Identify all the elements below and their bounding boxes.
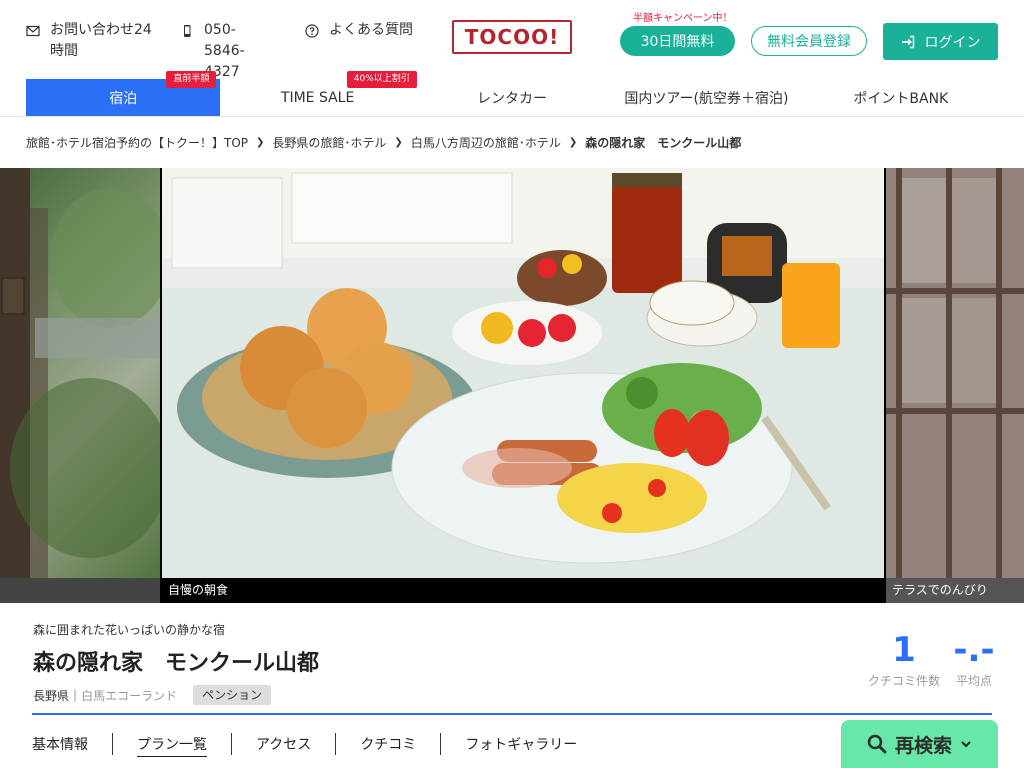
logo-text: TOCOO!	[464, 25, 560, 49]
nav-item-label: ポイントBANK	[853, 90, 949, 107]
breadcrumb-current: 森の隠れ家 モンクール山都	[585, 135, 742, 150]
average-score-label: 平均点	[955, 674, 992, 688]
nav-divider	[0, 116, 1024, 117]
mobile-phone-icon	[184, 25, 191, 37]
area-label: 白馬エコーランド	[81, 688, 178, 703]
chevron-down-icon	[961, 741, 971, 748]
nav-item-time-sale[interactable]: TIME SALE 40%以上割引	[220, 71, 417, 116]
photo-caption: 自慢の朝食	[162, 578, 884, 603]
breadcrumb: 旅館･ホテル宿泊予約の【トクー！】TOP ❯ 長野県の旅館･ホテル ❯ 白馬八方…	[26, 133, 741, 151]
forest-photo-art	[0, 168, 160, 578]
average-score-stat: -.- 平均点	[950, 630, 998, 689]
question-circle-icon	[305, 24, 319, 38]
site-header: お問い合わせ24時間 050-5846-4327 よくある質問 TOCOO! 半…	[0, 0, 1024, 80]
tab-plans[interactable]: プラン一覧	[137, 732, 207, 757]
sign-in-icon	[901, 35, 914, 48]
review-count-stat[interactable]: 1 クチコミ件数	[866, 630, 942, 689]
tocoo-logo[interactable]: TOCOO!	[452, 20, 572, 54]
tab-separator	[440, 733, 442, 755]
breadcrumb-link[interactable]: 旅館･ホテル宿泊予約の【トクー！】TOP	[26, 134, 248, 151]
review-count: 1	[892, 630, 916, 670]
average-score: -.-	[953, 630, 995, 670]
nav-item-rental-car[interactable]: レンタカー	[415, 79, 609, 116]
nav-badge: 直前半額	[166, 71, 217, 88]
hotel-tagline: 森に囲まれた花いっぱいの静かな宿	[33, 623, 226, 637]
campaign-note: 半額キャンペーン中！	[633, 13, 733, 24]
login-label: ログイン	[924, 34, 981, 51]
hotel-location: 長野県 | 白馬エコーランド ペンション	[33, 685, 272, 705]
info-divider	[32, 713, 992, 715]
nav-item-label: 国内ツアー(航空券＋宿泊)	[624, 90, 789, 107]
envelope-icon	[26, 25, 40, 37]
tab-access[interactable]: アクセス	[256, 732, 311, 756]
review-count-label: クチコミ件数	[867, 674, 940, 688]
gallery-photo-forest[interactable]	[0, 168, 160, 578]
gallery-photo-breakfast[interactable]	[162, 168, 884, 578]
chevron-right-icon: ❯	[256, 136, 265, 148]
faq-link[interactable]: よくある質問	[305, 20, 415, 41]
hotel-tabs: 基本情報 プラン一覧 アクセス クチコミ フォトギャラリー	[32, 732, 577, 757]
contact-link[interactable]: お問い合わせ24時間	[26, 20, 158, 62]
nav-item-label: 宿泊	[109, 90, 138, 107]
location-divider: |	[73, 688, 78, 702]
photo-gallery[interactable]: 自慢の朝食 テラスでのんびり	[0, 168, 1024, 603]
nav-item-label: TIME SALE	[280, 89, 355, 106]
prefecture-label: 長野県	[33, 688, 70, 703]
hotel-name: 森の隠れ家 モンクール山都	[33, 651, 320, 676]
nav-item-domestic-tour[interactable]: 国内ツアー(航空券＋宿泊)	[609, 79, 803, 116]
tab-separator	[112, 733, 113, 755]
faq-label: よくある質問	[329, 22, 413, 38]
nav-item-stay[interactable]: 宿泊 直前半額	[26, 71, 221, 116]
tab-basic-info[interactable]: 基本情報	[32, 732, 88, 756]
nav-badge: 40%以上割引	[346, 71, 417, 88]
research-button[interactable]: 再検索	[841, 720, 998, 768]
contact-label: お問い合わせ24時間	[50, 22, 152, 59]
trial-button[interactable]: 30日間無料	[620, 26, 735, 56]
tab-reviews[interactable]: クチコミ	[360, 732, 416, 756]
hotel-type-badge: ペンション	[193, 685, 272, 705]
tab-separator	[335, 733, 337, 755]
breakfast-photo-art	[162, 168, 884, 578]
tab-photo-gallery[interactable]: フォトギャラリー	[465, 732, 577, 756]
nav-item-point-bank[interactable]: ポイントBANK	[804, 79, 998, 116]
chevron-right-icon: ❯	[394, 136, 403, 148]
breadcrumb-link[interactable]: 長野県の旅館･ホテル	[272, 134, 386, 151]
nav-item-label: レンタカー	[477, 90, 548, 107]
main-nav: 宿泊 直前半額 TIME SALE 40%以上割引 レンタカー 国内ツアー(航空…	[26, 71, 998, 116]
register-button[interactable]: 無料会員登録	[751, 26, 867, 56]
photo-caption: テラスでのんびり	[886, 578, 1024, 603]
tab-separator	[231, 733, 232, 755]
breadcrumb-link[interactable]: 白馬八方周辺の旅館･ホテル	[411, 134, 561, 151]
search-icon	[867, 734, 887, 754]
gallery-photo-terrace[interactable]	[886, 168, 1024, 578]
research-label: 再検索	[894, 734, 952, 757]
photo-caption	[0, 578, 160, 603]
login-button[interactable]: ログイン	[883, 23, 998, 60]
chevron-right-icon: ❯	[568, 136, 578, 148]
terrace-photo-art	[886, 168, 1024, 578]
